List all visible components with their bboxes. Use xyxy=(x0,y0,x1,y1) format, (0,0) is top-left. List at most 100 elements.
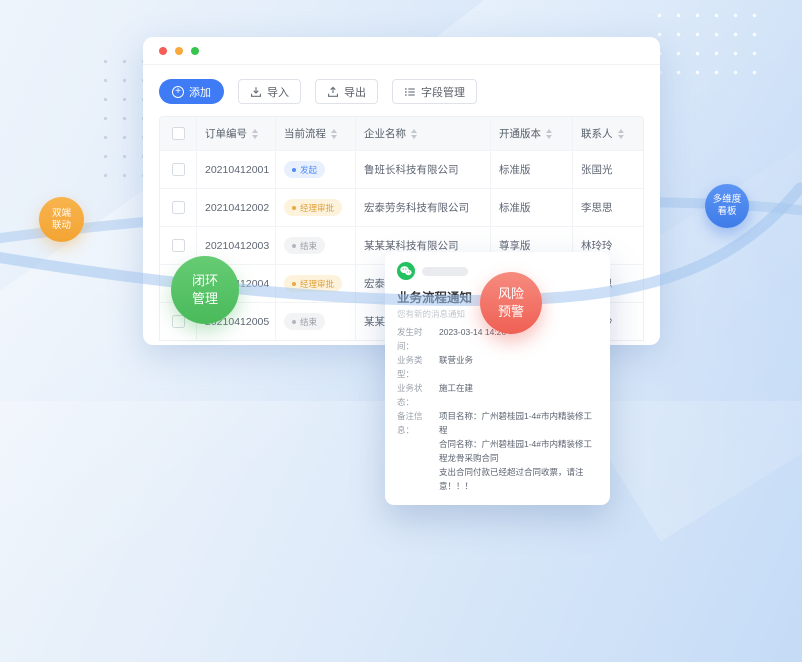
wechat-icon xyxy=(397,262,415,280)
header-version: 开通版本 xyxy=(491,117,573,150)
status-dot-icon xyxy=(292,168,296,172)
notification-field-row: 备注信息： 项目名称：广州碧桂园1-4#市内精装修工程 合同名称：广州碧桂园1-… xyxy=(397,409,598,493)
table-header-row: 订单编号 当前流程 企业名称 开通版本 联系人 xyxy=(160,117,643,150)
sort-contact[interactable] xyxy=(618,129,624,139)
field-label: 备注信息： xyxy=(397,409,439,493)
header-version-label: 开通版本 xyxy=(499,126,541,141)
process-status-badge: 结束 xyxy=(284,313,325,330)
process-label: 经理审批 xyxy=(300,202,334,214)
notification-field-row: 业务类型： 联营业务 xyxy=(397,353,598,381)
sort-version[interactable] xyxy=(546,129,552,139)
version-value: 尊享版 xyxy=(499,238,531,253)
version-value: 标准版 xyxy=(499,200,531,215)
header-order-no-label: 订单编号 xyxy=(205,126,247,141)
process-cell: 经理审批 xyxy=(276,189,356,226)
sort-order-no[interactable] xyxy=(252,129,258,139)
sort-company[interactable] xyxy=(411,129,417,139)
field-value: 项目名称：广州碧桂园1-4#市内精装修工程 合同名称：广州碧桂园1-4#市内精装… xyxy=(439,409,598,493)
toolbar: + 添加 导入 导出 字段管理 xyxy=(143,65,660,116)
feature-bubble-risk-warning: 风险 预警 xyxy=(480,272,542,334)
process-label: 结束 xyxy=(300,316,317,328)
notification-field-row: 业务状态： 施工在建 xyxy=(397,381,598,409)
status-dot-icon xyxy=(292,320,296,324)
version-cell: 标准版 xyxy=(491,151,573,188)
process-status-badge: 结束 xyxy=(284,237,325,254)
sort-process[interactable] xyxy=(331,129,337,139)
process-cell: 发起 xyxy=(276,151,356,188)
process-cell: 结束 xyxy=(276,303,356,340)
select-all-checkbox[interactable] xyxy=(172,127,185,140)
row-checkbox[interactable] xyxy=(172,163,185,176)
status-dot-icon xyxy=(292,282,296,286)
order-no-cell: 20210412002 xyxy=(197,189,276,226)
traffic-light-green[interactable] xyxy=(191,47,199,55)
contact-cell: 张国光 xyxy=(573,151,643,188)
contact-value: 李思思 xyxy=(581,200,613,215)
import-button-label: 导入 xyxy=(267,84,289,100)
company-value: 某某某科技有限公司 xyxy=(364,238,459,253)
field-manage-button[interactable]: 字段管理 xyxy=(392,79,477,104)
order-no-cell: 20210412001 xyxy=(197,151,276,188)
feature-bubble-closed-loop: 闭环 管理 xyxy=(171,256,239,324)
contact-value: 林玲玲 xyxy=(581,238,613,253)
row-checkbox[interactable] xyxy=(172,201,185,214)
header-company: 企业名称 xyxy=(356,117,491,150)
window-titlebar xyxy=(143,37,660,65)
contact-value: 张国光 xyxy=(581,162,613,177)
add-button-label: 添加 xyxy=(189,84,211,100)
field-manage-button-label: 字段管理 xyxy=(421,84,465,100)
table-row[interactable]: 20210412002 经理审批 宏泰劳务科技有限公司 标准版 李思思 xyxy=(160,188,643,226)
feature-bubble-dashboard: 多维度 看板 xyxy=(705,184,749,228)
export-icon xyxy=(327,86,339,98)
table-row[interactable]: 20210412001 发起 鲁班长科技有限公司 标准版 张国光 xyxy=(160,150,643,188)
version-cell: 标准版 xyxy=(491,189,573,226)
header-process: 当前流程 xyxy=(276,117,356,150)
field-label: 业务状态： xyxy=(397,381,439,409)
sender-name-placeholder xyxy=(422,267,468,276)
version-value: 标准版 xyxy=(499,162,531,177)
traffic-light-yellow[interactable] xyxy=(175,47,183,55)
order-no-value: 20210412003 xyxy=(205,240,269,252)
header-select-cell xyxy=(160,117,197,150)
process-label: 经理审批 xyxy=(300,278,334,290)
process-cell: 结束 xyxy=(276,227,356,264)
order-no-value: 20210412002 xyxy=(205,202,269,214)
company-value: 鲁班长科技有限公司 xyxy=(364,162,459,177)
add-button[interactable]: + 添加 xyxy=(159,79,224,104)
traffic-light-red[interactable] xyxy=(159,47,167,55)
contact-cell: 李思思 xyxy=(573,189,643,226)
import-button[interactable]: 导入 xyxy=(238,79,301,104)
import-icon xyxy=(250,86,262,98)
plus-circle-icon: + xyxy=(172,86,184,98)
header-contact: 联系人 xyxy=(573,117,643,150)
field-value: 联营业务 xyxy=(439,353,473,381)
process-cell: 经理审批 xyxy=(276,265,356,302)
export-button-label: 导出 xyxy=(344,84,366,100)
company-cell: 宏泰劳务科技有限公司 xyxy=(356,189,491,226)
order-no-value: 20210412001 xyxy=(205,164,269,176)
row-select-cell xyxy=(160,189,197,226)
company-cell: 鲁班长科技有限公司 xyxy=(356,151,491,188)
export-button[interactable]: 导出 xyxy=(315,79,378,104)
process-status-badge: 经理审批 xyxy=(284,199,342,216)
dot-grid-right xyxy=(650,6,768,90)
row-checkbox[interactable] xyxy=(172,315,185,328)
process-label: 发起 xyxy=(300,164,317,176)
field-value: 施工在建 xyxy=(439,381,473,409)
process-status-badge: 经理审批 xyxy=(284,275,342,292)
header-contact-label: 联系人 xyxy=(581,126,613,141)
status-dot-icon xyxy=(292,206,296,210)
notification-fields: 发生时间： 2023-03-14 14:26 业务类型： 联营业务 业务状态： … xyxy=(397,325,598,493)
process-status-badge: 发起 xyxy=(284,161,325,178)
company-value: 宏泰劳务科技有限公司 xyxy=(364,200,469,215)
header-process-label: 当前流程 xyxy=(284,126,326,141)
process-label: 结束 xyxy=(300,240,317,252)
header-company-label: 企业名称 xyxy=(364,126,406,141)
status-dot-icon xyxy=(292,244,296,248)
header-order-no: 订单编号 xyxy=(197,117,276,150)
field-list-icon xyxy=(404,86,416,98)
row-checkbox[interactable] xyxy=(172,239,185,252)
feature-bubble-dual-link: 双端 联动 xyxy=(39,197,84,242)
field-label: 发生时间： xyxy=(397,325,439,353)
row-select-cell xyxy=(160,151,197,188)
